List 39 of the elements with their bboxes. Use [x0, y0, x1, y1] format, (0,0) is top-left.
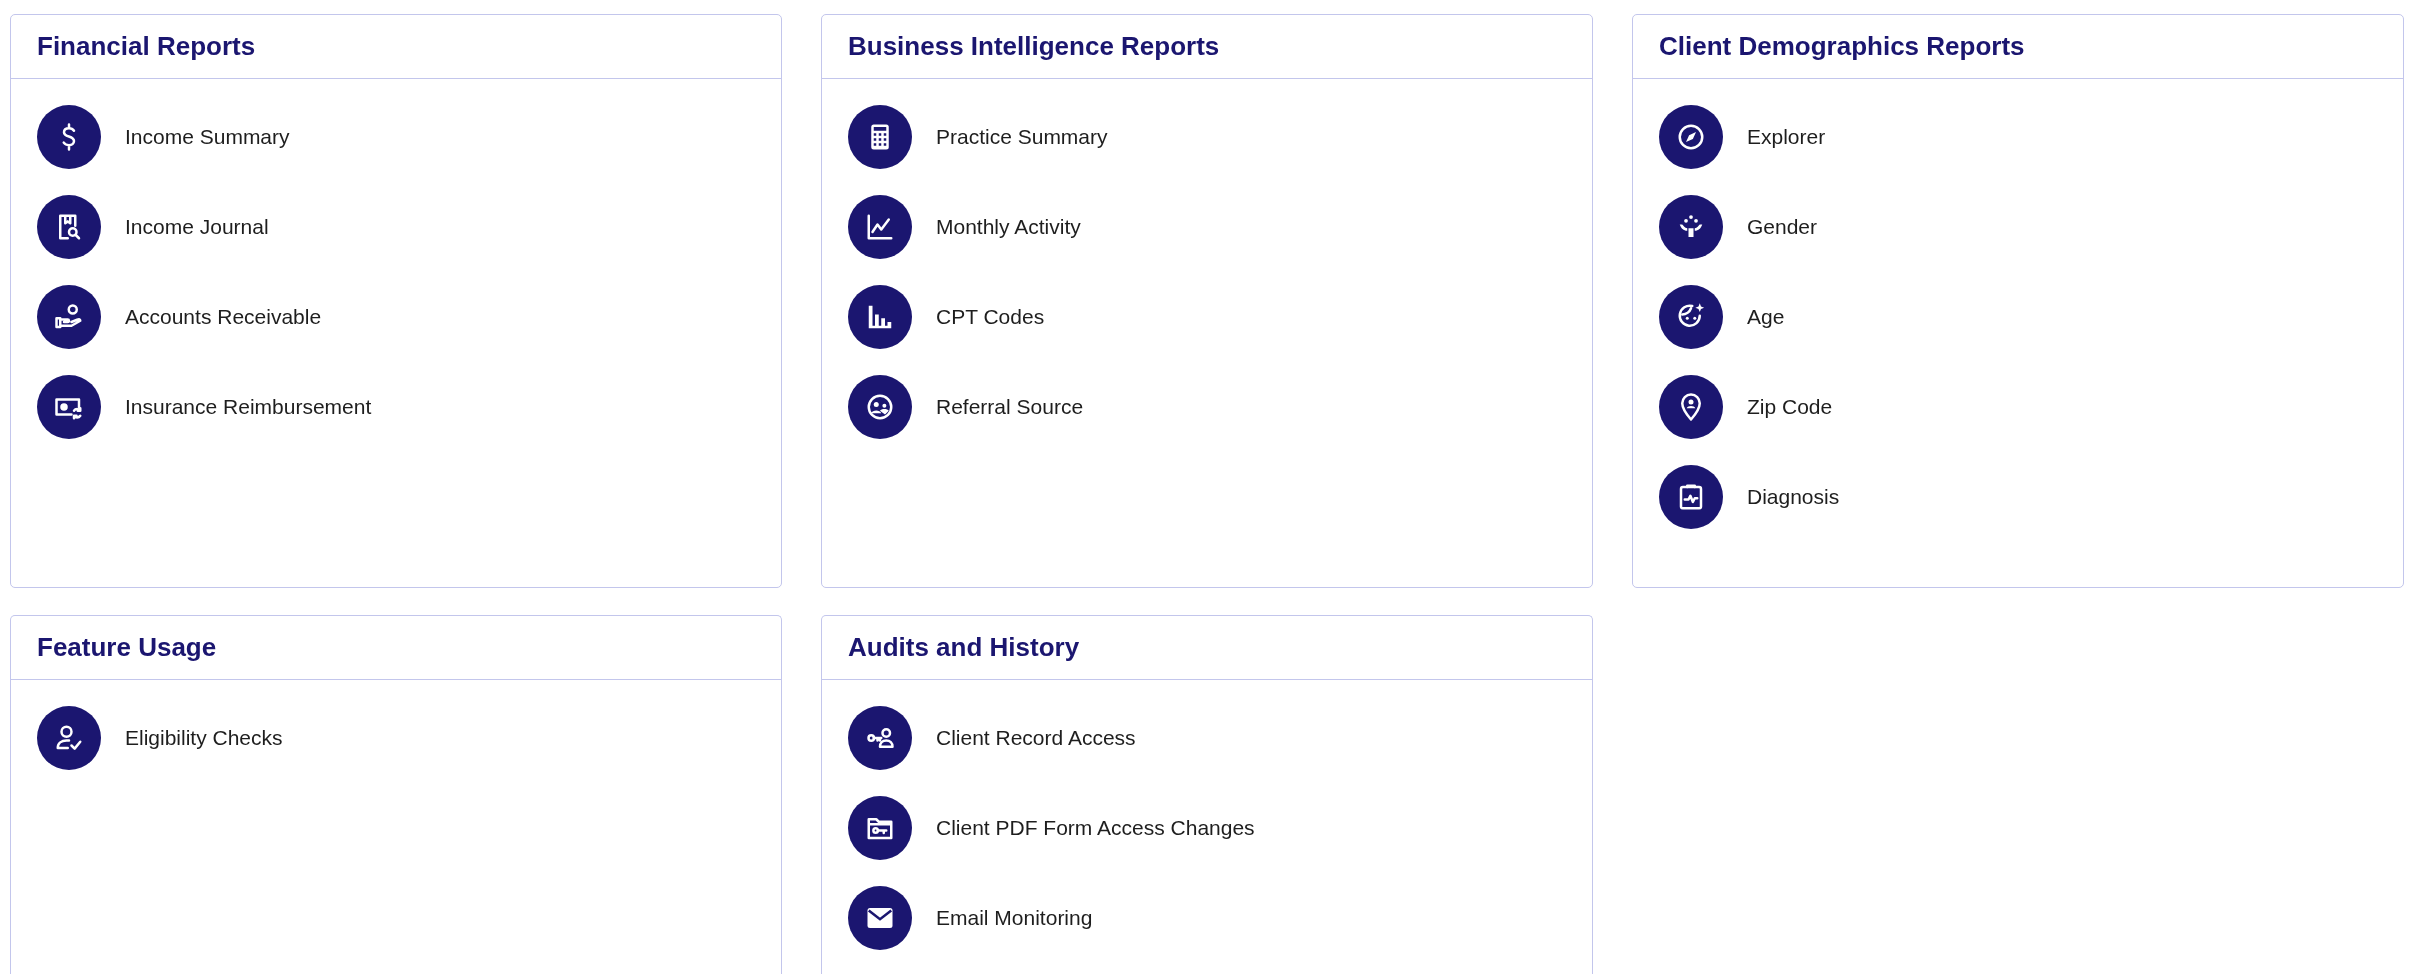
user-check-icon [37, 706, 101, 770]
report-link[interactable]: Insurance Reimbursement [37, 375, 372, 439]
report-link[interactable]: Zip Code [1659, 375, 1833, 439]
report-link[interactable]: Client PDF Form Access Changes [848, 796, 1255, 860]
report-link[interactable]: CPT Codes [848, 285, 1045, 349]
compass-icon [1659, 105, 1723, 169]
report-link[interactable]: Email Monitoring [848, 886, 1093, 950]
report-link[interactable]: Practice Summary [848, 105, 1108, 169]
folder-key-icon [848, 796, 912, 860]
bar-chart-icon [848, 285, 912, 349]
report-link[interactable]: Diagnosis [1659, 465, 1840, 529]
report-link[interactable]: Income Journal [37, 195, 269, 259]
map-pin-icon [1659, 375, 1723, 439]
report-link[interactable]: Explorer [1659, 105, 1826, 169]
dollar-icon [37, 105, 101, 169]
document-search-icon [37, 195, 101, 259]
people-icon [1659, 195, 1723, 259]
people-circle-icon [848, 375, 912, 439]
clipboard-chart-icon [1659, 465, 1723, 529]
card-title: Feature Usage [37, 631, 217, 664]
hand-coin-icon [37, 285, 101, 349]
calculator-icon [848, 105, 912, 169]
report-link[interactable]: Referral Source [848, 375, 1084, 439]
line-chart-icon [848, 195, 912, 259]
face-icon [1659, 285, 1723, 349]
report-link[interactable]: Accounts Receivable [37, 285, 322, 349]
card-title: Client Demographics Reports [1659, 30, 2025, 63]
report-link[interactable]: Age [1659, 285, 1785, 349]
key-user-icon [848, 706, 912, 770]
banknote-refresh-icon [37, 375, 101, 439]
card-title: Audits and History [848, 631, 1080, 664]
report-link[interactable]: Eligibility Checks [37, 706, 283, 770]
report-link[interactable]: Client Record Access [848, 706, 1136, 770]
envelope-icon [848, 886, 912, 950]
card-title: Financial Reports [37, 30, 256, 63]
report-link[interactable]: Income Summary [37, 105, 290, 169]
report-link[interactable]: Gender [1659, 195, 1818, 259]
report-link[interactable]: Monthly Activity [848, 195, 1081, 259]
card-title: Business Intelligence Reports [848, 30, 1220, 63]
